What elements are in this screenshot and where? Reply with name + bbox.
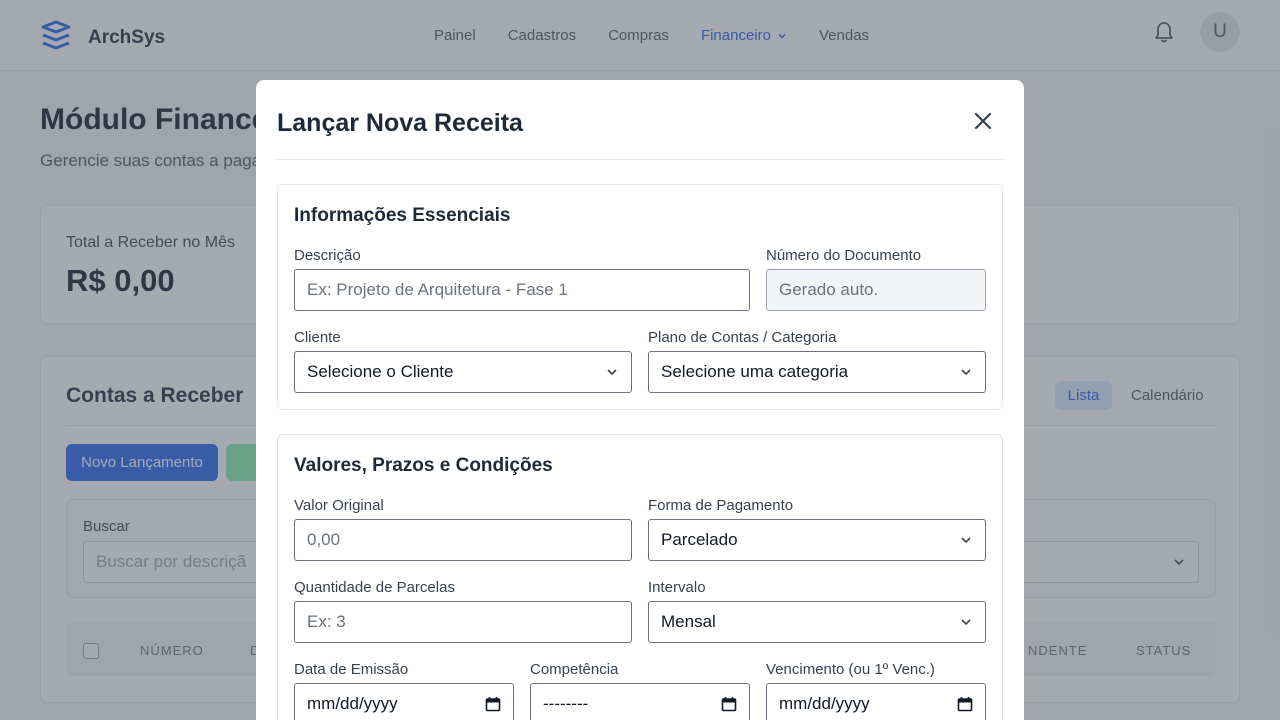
competence-label: Competência: [530, 661, 619, 678]
chevron-down-icon: [961, 537, 971, 544]
essentials-section: Informações Essenciais Descrição Ex: Pro…: [277, 184, 1003, 410]
payment-method-select[interactable]: Parcelado: [648, 519, 986, 561]
due-date-input[interactable]: mm/dd/yyyy: [766, 683, 986, 720]
doc-number-label: Número do Documento: [766, 247, 922, 264]
modal-divider: [277, 159, 1003, 160]
modal-title: Lançar Nova Receita: [277, 109, 523, 137]
due-date-label: Vencimento (ou 1º Venc.): [766, 661, 935, 678]
issue-date-placeholder: mm/dd/yyyy: [307, 694, 398, 713]
calendar-icon[interactable]: [485, 696, 501, 712]
payment-method-label: Forma de Pagamento: [648, 497, 794, 514]
original-value-label: Valor Original: [294, 497, 384, 514]
installments-label: Quantidade de Parcelas: [294, 579, 455, 596]
description-input[interactable]: Ex: Projeto de Arquitetura - Fase 1: [294, 269, 750, 311]
chevron-down-icon: [961, 369, 971, 376]
chevron-down-icon: [961, 619, 971, 626]
installments-input[interactable]: Ex: 3: [294, 601, 632, 643]
calendar-icon[interactable]: [721, 696, 737, 712]
category-select[interactable]: Selecione uma categoria: [648, 351, 986, 393]
client-select-value: Selecione o Cliente: [307, 362, 454, 381]
interval-value: Mensal: [661, 612, 716, 631]
payment-method-value: Parcelado: [661, 530, 738, 549]
values-section: Valores, Prazos e Condições Valor Origin…: [277, 434, 1003, 720]
close-icon[interactable]: [972, 110, 994, 132]
chevron-down-icon: [607, 369, 617, 376]
issue-date-label: Data de Emissão: [294, 661, 409, 678]
category-select-value: Selecione uma categoria: [661, 362, 849, 381]
client-label: Cliente: [294, 329, 341, 346]
values-section-title: Valores, Prazos e Condições: [294, 455, 553, 476]
client-select[interactable]: Selecione o Cliente: [294, 351, 632, 393]
issue-date-input[interactable]: mm/dd/yyyy: [294, 683, 514, 720]
interval-select[interactable]: Mensal: [648, 601, 986, 643]
original-value-input[interactable]: 0,00: [294, 519, 632, 561]
essentials-section-title: Informações Essenciais: [294, 205, 511, 226]
category-label: Plano de Contas / Categoria: [648, 329, 837, 346]
competence-input[interactable]: --------: [530, 683, 750, 720]
due-date-placeholder: mm/dd/yyyy: [779, 694, 870, 713]
new-revenue-modal: Lançar Nova Receita Informações Essencia…: [256, 80, 1024, 720]
interval-label: Intervalo: [648, 579, 706, 596]
doc-number-input: Gerado auto.: [766, 269, 986, 311]
competence-placeholder: --------: [543, 694, 589, 713]
description-label: Descrição: [294, 247, 361, 264]
calendar-icon[interactable]: [957, 696, 973, 712]
